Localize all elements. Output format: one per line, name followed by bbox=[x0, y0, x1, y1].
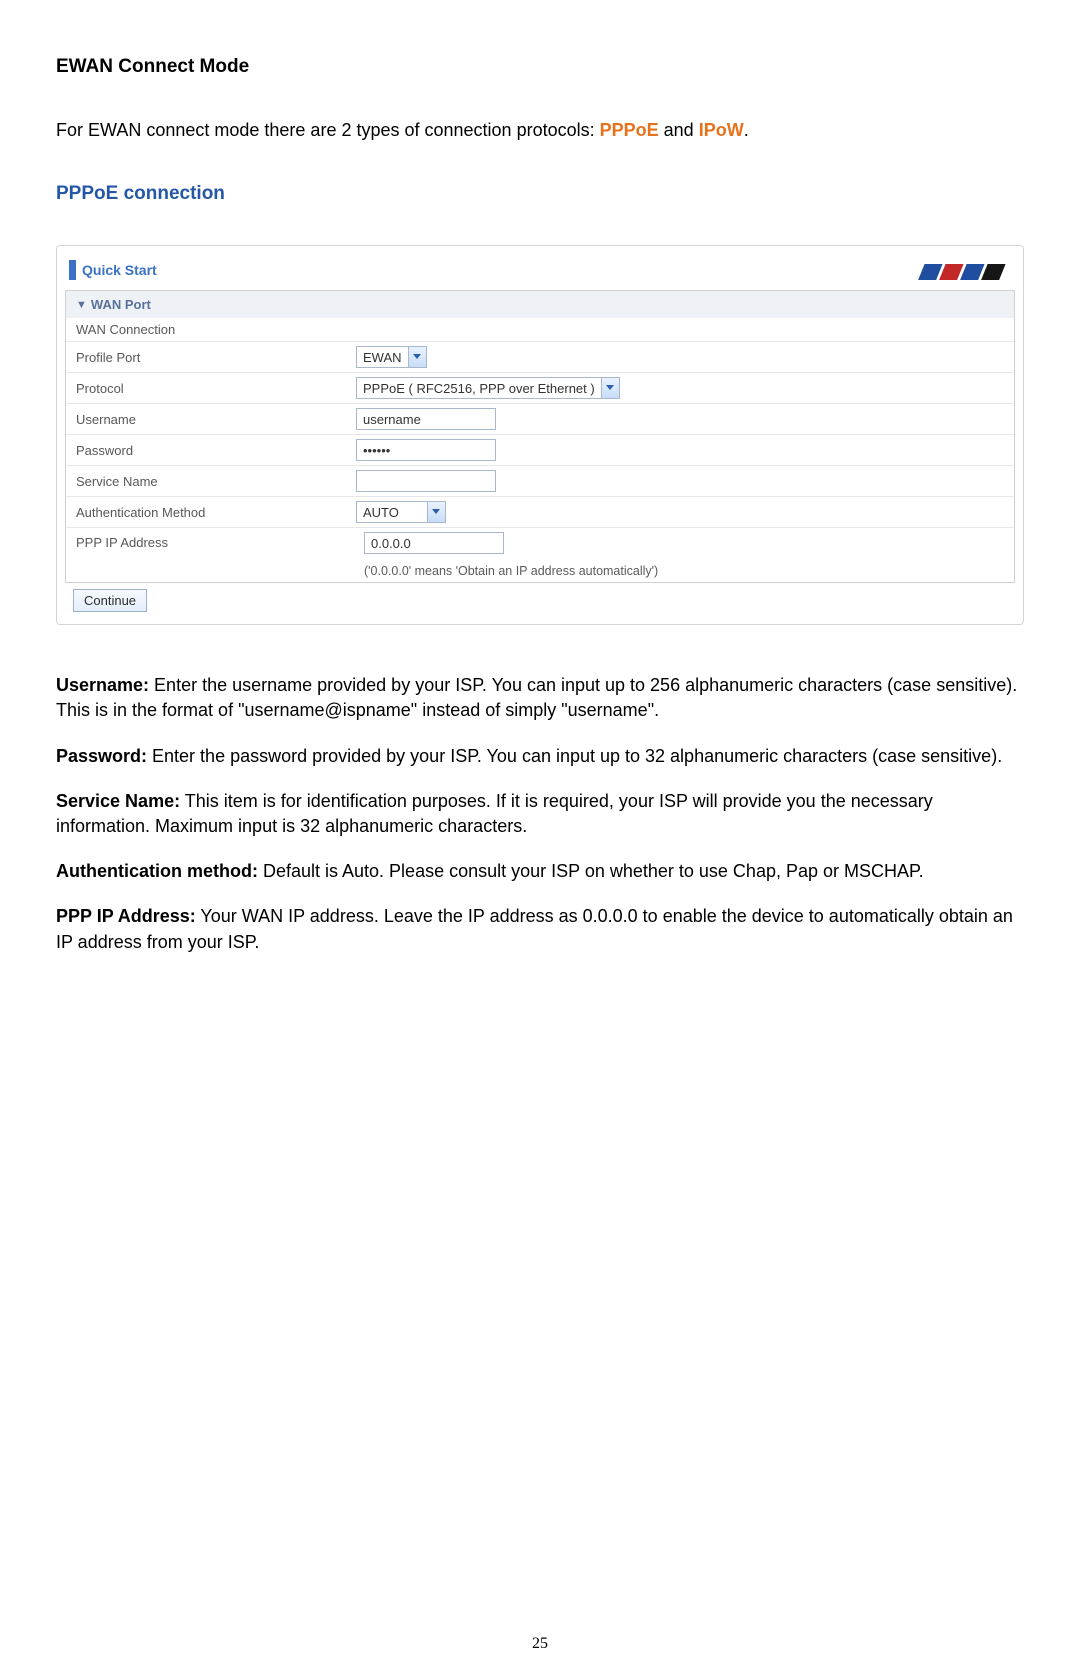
ppp-ip-input[interactable] bbox=[364, 532, 504, 554]
desc-username: Username: Enter the username provided by… bbox=[56, 673, 1024, 723]
field-descriptions: Username: Enter the username provided by… bbox=[56, 673, 1024, 955]
protocol-label: Protocol bbox=[76, 381, 356, 396]
service-name-input[interactable] bbox=[356, 470, 496, 492]
desc-password-text: Enter the password provided by your ISP.… bbox=[147, 746, 1002, 766]
wan-connection-label: WAN Connection bbox=[76, 322, 356, 337]
protocol-pppoe-label: PPPoE bbox=[600, 120, 659, 140]
desc-password-label: Password: bbox=[56, 746, 147, 766]
protocol-ipow-label: IPoW bbox=[699, 120, 744, 140]
password-label: Password bbox=[76, 443, 356, 458]
profile-port-value: EWAN bbox=[363, 350, 408, 365]
desc-username-label: Username: bbox=[56, 675, 149, 695]
panel-title-bar: Quick Start bbox=[65, 252, 1015, 286]
desc-ppp-ip: PPP IP Address: Your WAN IP address. Lea… bbox=[56, 904, 1024, 954]
chevron-down-icon bbox=[601, 378, 619, 398]
wan-port-box: ▼ WAN Port WAN Connection Profile Port E… bbox=[65, 290, 1015, 583]
password-row: Password bbox=[66, 434, 1014, 465]
desc-password: Password: Enter the password provided by… bbox=[56, 744, 1024, 769]
username-row: Username bbox=[66, 403, 1014, 434]
intro-prefix: For EWAN connect mode there are 2 types … bbox=[56, 120, 600, 140]
ppp-ip-label: PPP IP Address bbox=[76, 532, 356, 550]
continue-button[interactable]: Continue bbox=[73, 589, 147, 612]
title-accent-bar bbox=[69, 260, 76, 280]
auth-method-label: Authentication Method bbox=[76, 505, 356, 520]
username-label: Username bbox=[76, 412, 356, 427]
service-name-label: Service Name bbox=[76, 474, 356, 489]
password-input[interactable] bbox=[356, 439, 496, 461]
quick-start-title: Quick Start bbox=[82, 262, 157, 278]
wan-port-header[interactable]: ▼ WAN Port bbox=[66, 291, 1014, 318]
protocol-select[interactable]: PPPoE ( RFC2516, PPP over Ethernet ) bbox=[356, 377, 620, 399]
chevron-down-icon bbox=[427, 502, 445, 522]
profile-port-select[interactable]: EWAN bbox=[356, 346, 427, 368]
profile-port-row: Profile Port EWAN bbox=[66, 341, 1014, 372]
ewan-connect-mode-heading: EWAN Connect Mode bbox=[56, 56, 1024, 78]
profile-port-label: Profile Port bbox=[76, 350, 356, 365]
auth-method-value: AUTO bbox=[363, 505, 427, 520]
desc-auth-label: Authentication method: bbox=[56, 861, 258, 881]
pppoe-connection-heading: PPPoE connection bbox=[56, 183, 1024, 205]
service-name-row: Service Name bbox=[66, 465, 1014, 496]
auth-method-row: Authentication Method AUTO bbox=[66, 496, 1014, 527]
collapse-arrow-icon: ▼ bbox=[76, 299, 87, 311]
desc-ppp-text: Your WAN IP address. Leave the IP addres… bbox=[56, 906, 1013, 951]
protocol-row: Protocol PPPoE ( RFC2516, PPP over Ether… bbox=[66, 372, 1014, 403]
brand-logo-icon bbox=[901, 258, 1011, 282]
username-input[interactable] bbox=[356, 408, 496, 430]
desc-ppp-label: PPP IP Address: bbox=[56, 906, 196, 926]
desc-username-text: Enter the username provided by your ISP.… bbox=[56, 675, 1017, 720]
chevron-down-icon bbox=[408, 347, 426, 367]
protocol-value: PPPoE ( RFC2516, PPP over Ethernet ) bbox=[363, 381, 601, 396]
desc-service-text: This item is for identification purposes… bbox=[56, 791, 933, 836]
quick-start-panel: Quick Start ▼ WAN Por bbox=[56, 245, 1024, 625]
wan-connection-row: WAN Connection bbox=[66, 318, 1014, 341]
intro-suffix: . bbox=[744, 120, 749, 140]
desc-auth-text: Default is Auto. Please consult your ISP… bbox=[258, 861, 924, 881]
intro-text: For EWAN connect mode there are 2 types … bbox=[56, 118, 1024, 143]
desc-service-label: Service Name: bbox=[56, 791, 180, 811]
wan-port-header-text: WAN Port bbox=[91, 297, 151, 312]
desc-service-name: Service Name: This item is for identific… bbox=[56, 789, 1024, 839]
auth-method-select[interactable]: AUTO bbox=[356, 501, 446, 523]
ppp-ip-row: PPP IP Address ('0.0.0.0' means 'Obtain … bbox=[66, 527, 1014, 582]
intro-mid: and bbox=[659, 120, 699, 140]
desc-auth-method: Authentication method: Default is Auto. … bbox=[56, 859, 1024, 884]
ppp-ip-note: ('0.0.0.0' means 'Obtain an IP address a… bbox=[364, 564, 658, 578]
page-number: 25 bbox=[0, 1635, 1080, 1673]
